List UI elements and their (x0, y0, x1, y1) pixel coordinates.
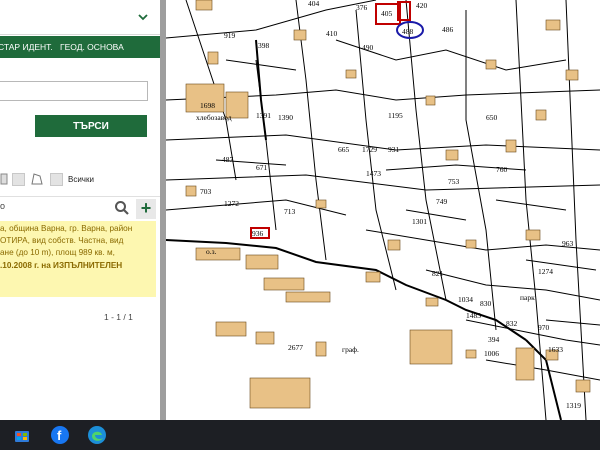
map-label: 490 (362, 43, 374, 52)
map-label: 1483 (466, 311, 481, 320)
zoom-search-icon[interactable] (114, 200, 130, 221)
map-label: 376 (356, 3, 368, 12)
tab-old-identifier[interactable]: СТАР ИДЕНТ. (0, 42, 53, 52)
edge-icon[interactable] (87, 425, 107, 445)
map-label: 753 (448, 177, 460, 186)
map-label: 832 (506, 319, 518, 328)
taskbar: f (0, 420, 600, 450)
map-label: 1006 (484, 349, 499, 358)
map-label: 488 (402, 27, 414, 36)
map-label: 703 (200, 187, 212, 196)
map-label: 1729 (362, 145, 377, 154)
map-label: 1390 (278, 113, 293, 122)
map-label: 1272 (224, 199, 239, 208)
point-filter-icon[interactable] (0, 172, 10, 188)
facebook-icon[interactable]: f (50, 425, 70, 445)
map-label: 1633 (548, 345, 563, 354)
map-label: 2677 (288, 343, 303, 352)
result-line-1: а, община Варна, гр. Варна, район (0, 224, 133, 233)
map-canvas[interactable]: 404 376 405 420 488 486 919 398 410 490 … (166, 0, 600, 420)
map-label: 1301 (412, 217, 427, 226)
map-label: парк (520, 293, 535, 302)
map-label: 749 (436, 197, 448, 206)
map-label: 420 (416, 1, 428, 10)
map-label: 970 (538, 323, 550, 332)
result-item[interactable]: а, община Варна, гр. Варна, район ОТИРА,… (0, 221, 156, 297)
map-label: 1195 (388, 111, 403, 120)
map-label: 405 (381, 9, 393, 18)
map-label: 665 (338, 145, 350, 154)
map-label: граф. (342, 345, 359, 354)
map-label: 1034 (458, 295, 473, 304)
search-input[interactable] (0, 81, 148, 101)
filter-all-label: Всички (68, 175, 94, 184)
search-panel: СТАР ИДЕНТ. ГЕОД. ОСНОВА ТЪРСИ Всички o … (0, 0, 166, 420)
map-label: 931 (388, 145, 400, 154)
chevron-down-icon (137, 11, 149, 23)
map-label: хлебозавод (196, 113, 232, 122)
map-label: 1698 (200, 101, 215, 110)
store-icon[interactable] (12, 425, 32, 445)
map-label: 671 (256, 163, 268, 172)
result-line-3: ане (до 10 m), площ 989 кв. м, (0, 248, 115, 258)
map-label: 486 (442, 25, 454, 34)
map-label: 650 (486, 113, 498, 122)
search-button[interactable]: ТЪРСИ (35, 115, 147, 137)
line-filter-checkbox[interactable] (12, 173, 25, 186)
map-label: 919 (224, 31, 236, 40)
tab-geodetic-base[interactable]: ГЕОД. ОСНОВА (60, 42, 124, 52)
map-label: 398 (258, 41, 270, 50)
map-label: 830 (480, 299, 492, 308)
map-label: 936 (252, 229, 264, 238)
result-line-2: ОТИРА, вид собств. Частна, вид (0, 236, 124, 246)
map-label: 1391 (256, 111, 271, 120)
svg-text:f: f (57, 428, 62, 443)
pagination: 1 - 1 / 1 (104, 312, 133, 322)
map-label: 821 (432, 269, 444, 278)
map-label: 1274 (538, 267, 553, 276)
map-label: 760 (496, 165, 508, 174)
cadastral-map[interactable]: 404 376 405 420 488 486 919 398 410 490 … (166, 0, 600, 420)
all-filter-checkbox[interactable] (50, 173, 63, 186)
map-label: 1473 (366, 169, 381, 178)
polygon-filter-icon[interactable] (30, 172, 44, 188)
map-label: 410 (326, 29, 338, 38)
geometry-filters: Всички (0, 172, 160, 188)
search-tabs: СТАР ИДЕНТ. ГЕОД. ОСНОВА (0, 36, 160, 58)
map-label: 404 (308, 0, 320, 8)
map-label: 487 (222, 155, 234, 164)
add-button[interactable]: + (136, 199, 156, 219)
map-label: 963 (562, 239, 574, 248)
map-label: 1319 (566, 401, 581, 410)
map-label: о.з. (206, 247, 217, 256)
map-label: 713 (284, 207, 296, 216)
layer-dropdown[interactable] (0, 0, 160, 35)
map-label: 394 (488, 335, 500, 344)
result-line-4: .10.2008 г. на ИЗПЪЛНИТЕЛЕН (0, 260, 123, 270)
